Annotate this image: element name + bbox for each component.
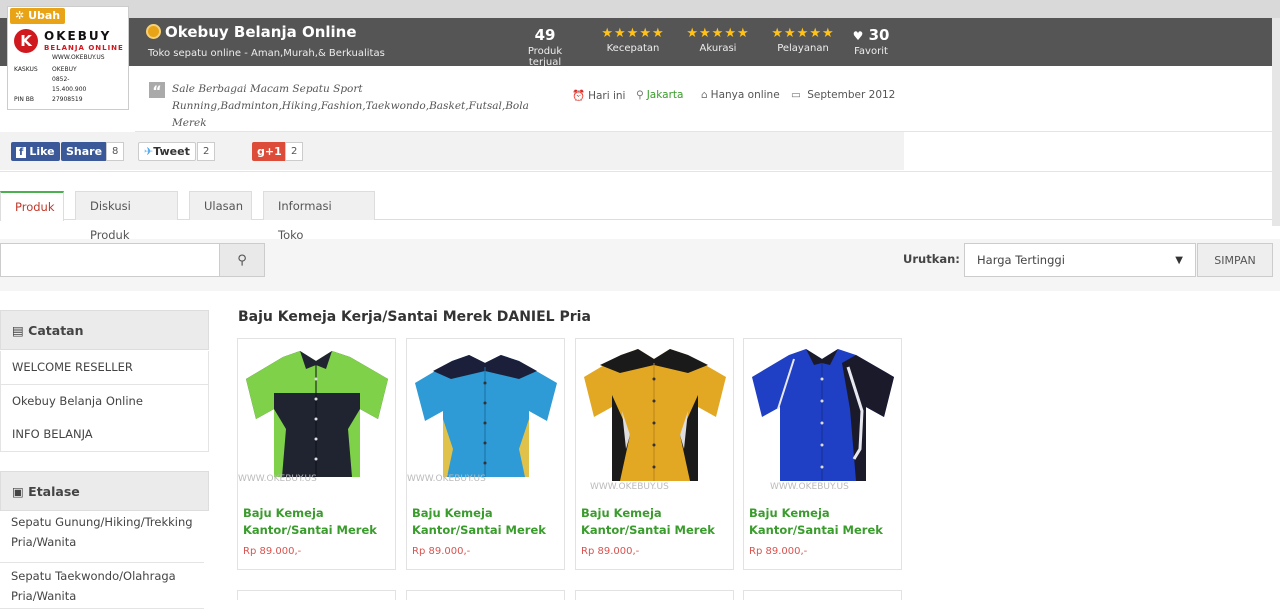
edit-logo-button[interactable]: ✲ Ubah (10, 8, 66, 24)
sort-select[interactable]: Harga Tertinggi ▼ (964, 243, 1196, 277)
facebook-icon: f (16, 147, 27, 158)
product-card[interactable]: WWW.OKEBUY.US Baju Kemeja Kantor/Santai … (237, 338, 396, 570)
showcase-icon: ▣ (12, 484, 24, 499)
logo-k-mark: K (14, 29, 38, 53)
meta-online-only: ⌂ Hanya online (701, 89, 780, 101)
etalase-item[interactable]: Sepatu Gunung/Hiking/Trekking Pria/Wanit… (0, 511, 204, 563)
social-share-row (0, 132, 904, 170)
product-card[interactable] (237, 590, 396, 600)
sort-label: Urutkan: (903, 252, 960, 266)
etalase-header: ▣ Etalase (0, 471, 209, 511)
product-card[interactable]: WWW.OKEBUY.US Baju Kemeja Kantor/Santai … (743, 338, 902, 570)
star-rating-icon: ★★★★★ (686, 26, 750, 41)
product-card[interactable]: WWW.OKEBUY.US Baju Kemeja Kantor/Santai … (575, 338, 734, 570)
product-price: Rp 89.000,- (243, 546, 302, 557)
tweet-button[interactable]: ✈Tweet (138, 142, 196, 161)
meta-open-time: ⏰ Hari ini (572, 90, 626, 102)
share-count: 8 (106, 142, 125, 161)
tab-diskusi-produk[interactable]: Diskusi Produk (75, 191, 178, 242)
product-card[interactable] (743, 590, 902, 600)
top-strip (0, 0, 1280, 18)
logo-subtitle: BELANJA ONLINE (44, 44, 124, 52)
heart-icon: ♥ (852, 29, 864, 43)
tab-informasi-toko[interactable]: Informasi Toko (263, 191, 375, 242)
gplus-count: 2 (285, 142, 304, 161)
document-icon: ▤ (12, 323, 24, 338)
product-card[interactable] (406, 590, 565, 600)
etalase-item[interactable]: Sepatu Taekwondo/Olahraga Pria/Wanita (0, 565, 204, 609)
product-image[interactable]: WWW.OKEBUY.US (407, 339, 564, 497)
svg-text:WWW.OKEBUY.US: WWW.OKEBUY.US (238, 474, 317, 484)
star-rating-icon: ★★★★★ (601, 26, 665, 41)
svg-text:WWW.OKEBUY.US: WWW.OKEBUY.US (590, 482, 669, 492)
stat-accuracy: ★★★★★ Akurasi (680, 26, 756, 54)
caret-down-icon: ▼ (1175, 255, 1183, 266)
stat-products-sold: 49 Produk terjual (527, 26, 563, 68)
product-image[interactable]: WWW.OKEBUY.US (238, 339, 395, 497)
search-input[interactable] (0, 243, 220, 277)
note-item[interactable]: INFO BELANJA (0, 418, 209, 452)
svg-text:WWW.OKEBUY.US: WWW.OKEBUY.US (407, 474, 486, 484)
alarm-clock-icon: ⏰ (572, 90, 586, 102)
stat-favorites[interactable]: ♥ 30 Favorit (848, 26, 894, 57)
stat-service: ★★★★★ Pelayanan (765, 26, 841, 54)
tab-ulasan[interactable]: Ulasan (189, 191, 252, 220)
search-button[interactable]: ⚲ (219, 243, 265, 277)
product-card[interactable]: WWW.OKEBUY.US Baju Kemeja Kantor/Santai … (406, 338, 565, 570)
logo-contact-info: KASKUS OKEBUY 0852-15.400.900 PIN BB 27908… (14, 66, 87, 103)
shop-badge-icon (146, 24, 161, 39)
product-name[interactable]: Baju Kemeja Kantor/Santai Merek (412, 505, 562, 539)
meta-location[interactable]: ⚲ Jakarta (636, 89, 683, 101)
notes-header: ▤ Catatan (0, 310, 209, 350)
search-icon: ⚲ (237, 253, 247, 268)
facebook-share-button[interactable]: Share (61, 142, 108, 161)
shop-description: Sale Berbagai Macam Sepatu Sport Running… (172, 83, 529, 129)
save-sort-button[interactable]: SIMPAN (1197, 243, 1273, 277)
svg-text:WWW.OKEBUY.US: WWW.OKEBUY.US (770, 482, 849, 492)
product-card[interactable] (575, 590, 734, 600)
shop-tagline: Toko sepatu online - Aman,Murah,& Berkua… (148, 48, 385, 59)
product-price: Rp 89.000,- (412, 546, 471, 557)
tab-produk[interactable]: Produk (0, 191, 64, 221)
note-item[interactable]: WELCOME RESELLER (0, 351, 209, 385)
logo-brand-text: OKEBUY (44, 29, 112, 43)
shop-name[interactable]: Okebuy Belanja Online (146, 23, 357, 41)
product-price: Rp 89.000,- (581, 546, 640, 557)
twitter-bird-icon: ✈ (144, 145, 154, 158)
product-price: Rp 89.000,- (749, 546, 808, 557)
section-title: Baju Kemeja Kerja/Santai Merek DANIEL Pr… (238, 309, 591, 325)
map-pin-icon: ⚲ (636, 89, 644, 101)
shop-tabs: Produk Diskusi Produk Ulasan Informasi T… (0, 191, 1280, 242)
facebook-like-button[interactable]: f Like (11, 142, 60, 161)
stat-speed: ★★★★★ Kecepatan (595, 26, 671, 54)
shop-logo[interactable]: ✲ Ubah K OKEBUY BELANJA ONLINE WWW.OKEBU… (7, 6, 129, 110)
product-image[interactable]: WWW.OKEBUY.US (576, 339, 733, 497)
note-item[interactable]: Okebuy Belanja Online (0, 385, 209, 419)
truck-icon: ▭ (791, 89, 801, 101)
google-plus-button[interactable]: g+1 (252, 142, 287, 161)
logo-website: WWW.OKEBUY.US (52, 54, 105, 61)
product-image[interactable]: WWW.OKEBUY.US (744, 339, 901, 497)
quote-icon: “ (149, 82, 165, 100)
meta-joined-since: ▭ September 2012 (791, 89, 896, 101)
scrollbar[interactable] (1272, 66, 1280, 226)
product-name[interactable]: Baju Kemeja Kantor/Santai Merek (243, 505, 393, 539)
tweet-count: 2 (197, 142, 216, 161)
product-name[interactable]: Baju Kemeja Kantor/Santai Merek (581, 505, 731, 539)
gear-icon: ✲ (15, 9, 25, 22)
star-rating-icon: ★★★★★ (771, 26, 835, 41)
home-icon: ⌂ (701, 89, 708, 101)
product-name[interactable]: Baju Kemeja Kantor/Santai Merek (749, 505, 899, 539)
